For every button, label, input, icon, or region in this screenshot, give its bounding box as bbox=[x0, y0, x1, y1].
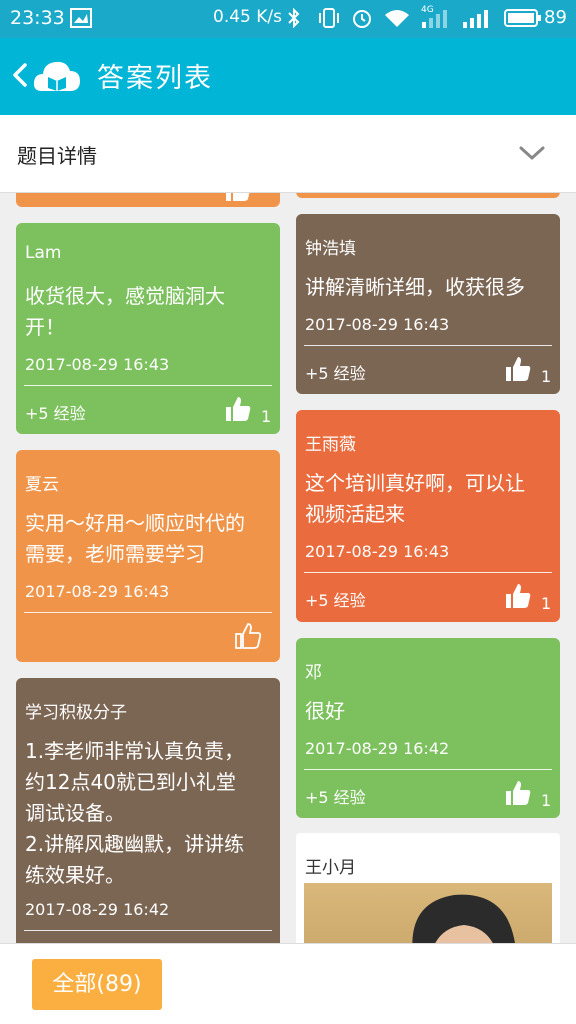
answer-date: 2017-08-29 16:43 bbox=[25, 355, 170, 374]
bluetooth-icon bbox=[288, 8, 300, 28]
answer-date: 2017-08-29 16:43 bbox=[305, 315, 450, 334]
answer-date: 2017-08-29 16:42 bbox=[305, 739, 450, 758]
answer-text: 实用～好用～顺应时代的 需要，老师需要学习 bbox=[25, 511, 245, 566]
thumbs-up-icon[interactable] bbox=[504, 582, 532, 610]
answer-card-partial-right bbox=[296, 193, 560, 198]
footer-bar: 全部(89) bbox=[0, 943, 576, 1024]
answer-date: 2017-08-29 16:43 bbox=[305, 542, 450, 561]
thumbs-up-icon[interactable] bbox=[504, 355, 532, 383]
signal-icon-2 bbox=[463, 10, 488, 28]
wifi-icon bbox=[385, 10, 409, 27]
author-name: 王小月 bbox=[305, 858, 356, 878]
author-name: Lam bbox=[25, 243, 62, 263]
thumbs-up-icon[interactable] bbox=[224, 193, 252, 203]
divider bbox=[24, 385, 272, 386]
question-detail-label: 题目详情 bbox=[17, 144, 97, 168]
like-count: 1 bbox=[541, 367, 552, 386]
thumbs-up-outline-icon[interactable] bbox=[234, 622, 262, 650]
signal-icon-1 bbox=[422, 10, 447, 28]
experience-reward: +5 经验 bbox=[25, 404, 86, 423]
answer-text: 这个培训真好啊，可以让 视频活起来 bbox=[305, 471, 525, 526]
status-time: 23:33 bbox=[10, 7, 65, 29]
divider bbox=[304, 345, 552, 346]
app-bar: 答案列表 bbox=[0, 38, 576, 115]
like-count: 1 bbox=[541, 594, 552, 613]
answer-list[interactable]: Lam 收货很大，感觉脑洞大 开！ 2017-08-29 16:43 +5 经验… bbox=[0, 193, 576, 943]
thumbs-up-icon[interactable] bbox=[224, 395, 252, 423]
answer-card[interactable]: 王小月 bbox=[296, 833, 560, 943]
person-photo-image bbox=[412, 894, 515, 943]
divider bbox=[24, 930, 272, 931]
answer-card[interactable]: 钟浩填 讲解清晰详细，收获很多 2017-08-29 16:43 +5 经验 1 bbox=[296, 214, 560, 394]
divider bbox=[304, 769, 552, 770]
answer-text: 收货很大，感觉脑洞大 开！ bbox=[25, 284, 225, 339]
divider bbox=[304, 572, 552, 573]
battery-icon bbox=[504, 9, 541, 27]
filter-all-button[interactable]: 全部(89) bbox=[32, 959, 162, 1010]
alarm-icon bbox=[353, 10, 371, 28]
vibrate-icon bbox=[319, 8, 339, 28]
status-bar: 23:33 0.45 K/s 4G 89 bbox=[0, 0, 576, 38]
back-arrow-icon[interactable] bbox=[10, 60, 30, 90]
answer-text: 讲解清晰详细，收获很多 bbox=[305, 275, 525, 299]
author-name: 钟浩填 bbox=[305, 239, 356, 259]
image-notification-icon bbox=[70, 8, 92, 28]
experience-reward: +5 经验 bbox=[305, 591, 366, 610]
author-name: 王雨薇 bbox=[305, 435, 356, 455]
author-name: 夏云 bbox=[25, 475, 59, 495]
experience-reward: +5 经验 bbox=[305, 364, 366, 383]
page-title: 答案列表 bbox=[97, 63, 213, 94]
author-name: 学习积极分子 bbox=[25, 703, 127, 723]
battery-level: 89 bbox=[544, 7, 567, 28]
experience-reward: +5 经验 bbox=[305, 788, 366, 807]
author-name: 邓 bbox=[305, 663, 322, 683]
chevron-down-icon[interactable] bbox=[518, 139, 546, 167]
answer-card-partial-left bbox=[16, 193, 280, 207]
answer-card[interactable]: 夏云 实用～好用～顺应时代的 需要，老师需要学习 2017-08-29 16:4… bbox=[16, 450, 280, 662]
cloud-book-logo-icon bbox=[33, 61, 80, 91]
question-detail-bar[interactable]: 题目详情 bbox=[0, 115, 576, 193]
like-count: 1 bbox=[541, 791, 552, 810]
answer-photo[interactable] bbox=[304, 883, 552, 943]
answer-card[interactable]: 邓 很好 2017-08-29 16:42 +5 经验 1 bbox=[296, 638, 560, 818]
divider bbox=[24, 612, 272, 613]
answer-date: 2017-08-29 16:42 bbox=[25, 900, 170, 919]
thumbs-up-icon[interactable] bbox=[504, 779, 532, 807]
answer-text: 1.李老师非常认真负责， 约12点40就已到小礼堂 调试设备。 2.讲解风趣幽默… bbox=[25, 739, 245, 887]
answer-date: 2017-08-29 16:43 bbox=[25, 582, 170, 601]
answer-card[interactable]: Lam 收货很大，感觉脑洞大 开！ 2017-08-29 16:43 +5 经验… bbox=[16, 223, 280, 434]
network-rate: 0.45 K/s bbox=[213, 7, 282, 27]
answer-card[interactable]: 学习积极分子 1.李老师非常认真负责， 约12点40就已到小礼堂 调试设备。 2… bbox=[16, 678, 280, 943]
answer-text: 很好 bbox=[305, 699, 345, 723]
answer-card[interactable]: 王雨薇 这个培训真好啊，可以让 视频活起来 2017-08-29 16:43 +… bbox=[296, 410, 560, 622]
like-count: 1 bbox=[261, 407, 272, 426]
